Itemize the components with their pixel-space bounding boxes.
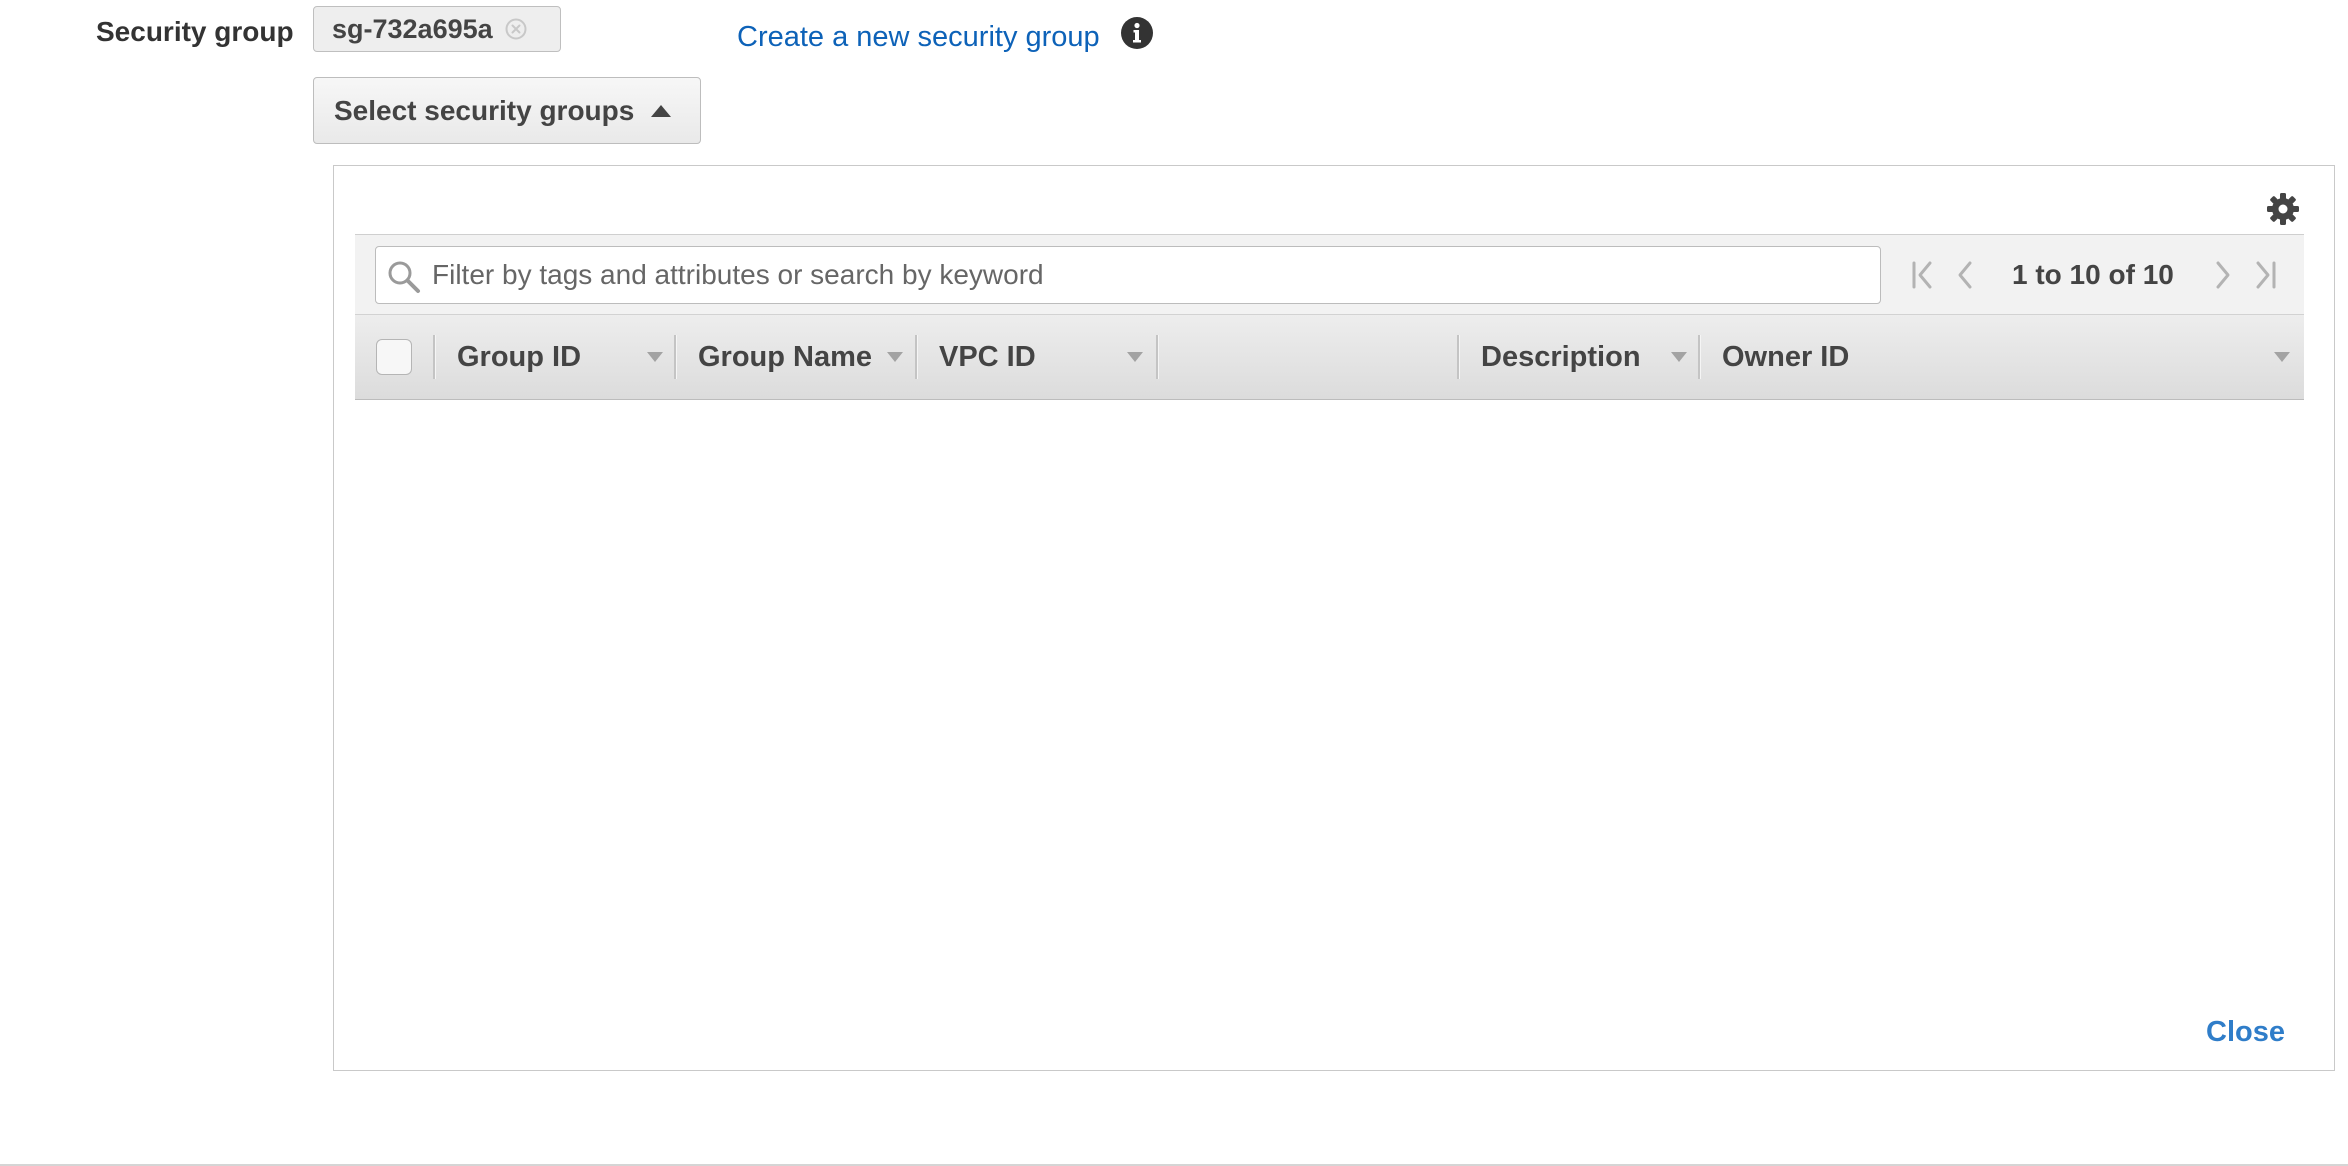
security-group-selector-panel: 1 to 10 of 10 Group ID Group Name VPC ID bbox=[333, 165, 2335, 1071]
sort-caret-down-icon bbox=[887, 352, 903, 362]
sort-caret-down-icon bbox=[1671, 352, 1687, 362]
token-label: sg-732a695a bbox=[332, 13, 493, 44]
first-page-icon[interactable] bbox=[1908, 259, 1938, 291]
table-body bbox=[355, 400, 2304, 1000]
column-group-name[interactable]: Group Name bbox=[676, 315, 916, 399]
column-group-id-label: Group ID bbox=[457, 341, 582, 373]
last-page-icon[interactable] bbox=[2250, 259, 2280, 291]
close-circle-icon[interactable] bbox=[505, 18, 527, 40]
column-group-name-label: Group Name bbox=[698, 341, 873, 373]
selected-security-group-token: sg-732a695a bbox=[313, 6, 561, 52]
sort-caret-down-icon bbox=[1127, 352, 1143, 362]
gear-icon[interactable] bbox=[2265, 191, 2301, 227]
close-button[interactable]: Close bbox=[2206, 1014, 2285, 1050]
table-header: Group ID Group Name VPC ID Description O… bbox=[355, 314, 2304, 400]
sort-caret-down-icon bbox=[647, 352, 663, 362]
search-icon bbox=[388, 261, 420, 293]
caret-up-icon bbox=[651, 104, 672, 117]
previous-page-icon[interactable] bbox=[1950, 259, 1980, 291]
pagination: 1 to 10 of 10 bbox=[1908, 249, 2288, 301]
column-owner-id-label: Owner ID bbox=[1722, 341, 1850, 373]
sort-caret-down-icon bbox=[2274, 352, 2290, 362]
search-box bbox=[375, 246, 1881, 304]
column-description[interactable]: Description bbox=[1459, 315, 1699, 399]
column-vpc-id[interactable]: VPC ID bbox=[917, 315, 1157, 399]
column-group-id[interactable]: Group ID bbox=[435, 315, 675, 399]
column-vpc-id-label: VPC ID bbox=[939, 341, 1036, 373]
select-security-groups-button[interactable]: Select security groups bbox=[313, 77, 701, 144]
column-unlabeled[interactable] bbox=[1158, 315, 1458, 399]
select-security-groups-label: Select security groups bbox=[334, 94, 635, 126]
column-owner-id[interactable]: Owner ID bbox=[1700, 315, 2300, 399]
column-description-label: Description bbox=[1481, 341, 1641, 373]
table-toolbar: 1 to 10 of 10 bbox=[355, 234, 2304, 314]
security-group-label: Security group bbox=[96, 16, 294, 47]
pagination-text: 1 to 10 of 10 bbox=[2012, 259, 2174, 290]
select-all-checkbox[interactable] bbox=[376, 339, 412, 375]
info-icon[interactable] bbox=[1120, 16, 1154, 50]
search-input[interactable] bbox=[432, 247, 1862, 303]
create-security-group-link[interactable]: Create a new security group bbox=[737, 19, 1100, 55]
next-page-icon[interactable] bbox=[2208, 259, 2238, 291]
